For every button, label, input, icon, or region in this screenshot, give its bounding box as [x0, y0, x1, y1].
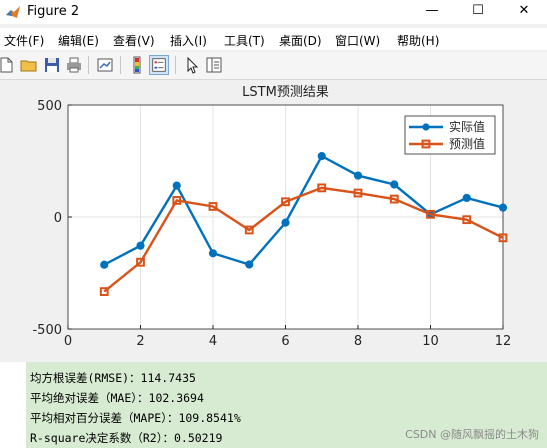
menu-help[interactable]: 帮助(H) [397, 32, 439, 49]
r2-line: R-square决定系数（R2）：0.50219 [30, 431, 223, 445]
y-tick-label: 0 [54, 211, 62, 226]
legend-label: 实际值 [449, 119, 485, 134]
menu-file[interactable]: 文件(F) [4, 32, 44, 49]
window-titlebar: Figure 2 — ☐ ✕ [0, 0, 547, 24]
window-title: Figure 2 [27, 4, 80, 19]
maximize-button[interactable]: ☐ [455, 0, 501, 24]
matlab-app-icon [6, 6, 20, 18]
data-point [498, 203, 508, 212]
rmse-line: 均方根误差(RMSE)：114.7435 [30, 371, 196, 385]
chart-title: LSTM预测结果 [242, 85, 329, 100]
toolbar-separator [88, 56, 89, 74]
line-chart[interactable]: 0 2 4 6 8 10 12-5000500 LSTM预测结果 实际值预测值 [0, 80, 547, 360]
data-point [208, 249, 218, 258]
y-tick-label: 500 [37, 99, 62, 114]
x-tick-label: 12 [495, 334, 512, 349]
data-point [390, 180, 399, 189]
mape-line: 平均相对百分误差（MAPE）：109.8541% [30, 411, 241, 425]
legend-label: 预测值 [449, 136, 485, 151]
watermark: CSDN @随风飘摇的土木狗 [405, 428, 539, 441]
menu-edit[interactable]: 编辑(E) [58, 32, 99, 49]
data-point [462, 193, 471, 203]
x-tick-label: 8 [354, 334, 362, 349]
x-tick-label: 0 [64, 334, 72, 349]
open-folder-icon[interactable] [19, 55, 39, 75]
x-tick-label: 10 [422, 334, 439, 349]
x-tick-label: 6 [281, 334, 289, 349]
x-tick-label: 4 [209, 334, 217, 349]
x-tick-label: 2 [136, 334, 144, 349]
legend-marker [422, 123, 430, 131]
close-button[interactable]: ✕ [501, 0, 547, 24]
data-point [353, 171, 363, 180]
menu-window[interactable]: 窗口(W) [335, 32, 380, 49]
new-figure-icon[interactable] [0, 55, 16, 75]
menu-bar: 文件(F) 编辑(E) 查看(V) 插入(I) 工具(T) 桌面(D) 窗口(W… [0, 28, 547, 50]
toolbar-separator [120, 56, 121, 74]
data-point [136, 241, 145, 250]
figure-toolbar [0, 52, 547, 80]
link-plot-icon[interactable] [95, 55, 115, 75]
data-point [245, 260, 254, 269]
save-icon[interactable] [42, 55, 62, 75]
menu-insert[interactable]: 插入(I) [170, 32, 207, 49]
data-point [281, 218, 290, 227]
legend-icon[interactable] [149, 55, 169, 75]
colorbar-icon[interactable] [127, 55, 147, 75]
menu-view[interactable]: 查看(V) [113, 32, 155, 49]
menu-desktop[interactable]: 桌面(D) [279, 32, 322, 49]
pointer-arrow-icon[interactable] [182, 55, 202, 75]
print-icon[interactable] [64, 55, 84, 75]
data-point [172, 181, 181, 190]
data-point [100, 260, 109, 269]
figure-canvas: 0 2 4 6 8 10 12 -500 0 500 LSTM预测结果 实际值 预测值 [0, 80, 547, 360]
toolbar-separator [175, 56, 176, 74]
mae-line: 平均绝对误差（MAE）：102.3694 [30, 391, 204, 405]
data-point [317, 151, 326, 161]
minimize-button[interactable]: — [409, 0, 455, 24]
menu-tools[interactable]: 工具(T) [224, 32, 265, 49]
command-window: 均方根误差(RMSE)：114.7435 平均绝对误差（MAE）：102.369… [0, 362, 547, 448]
property-inspector-icon[interactable] [204, 55, 224, 75]
y-tick-label: -500 [32, 323, 62, 338]
